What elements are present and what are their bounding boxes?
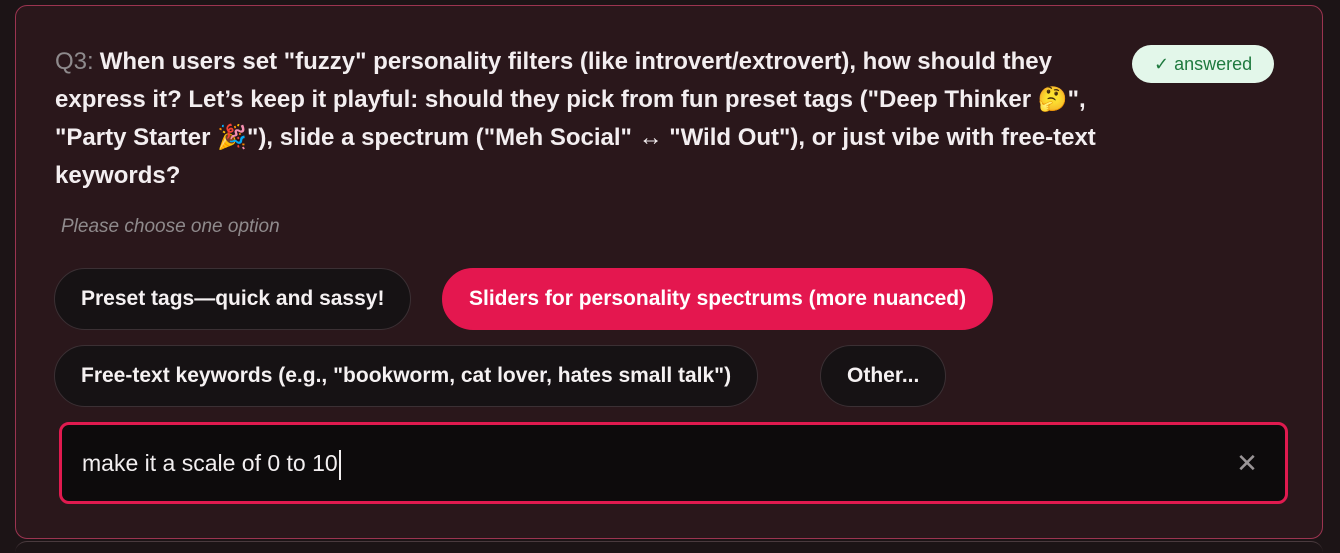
question-text-block: Q3: When users set "fuzzy" personality fi… (55, 43, 1115, 195)
choice-hint: Please choose one option (61, 216, 280, 237)
other-text-input[interactable]: make it a scale of 0 to 10 (82, 425, 341, 501)
close-icon[interactable]: ✕ (1233, 449, 1261, 477)
question-number: Q3: (55, 48, 94, 75)
option-sliders[interactable]: Sliders for personality spectrums (more … (442, 268, 994, 330)
next-card-edge (15, 541, 1323, 553)
text-caret (338, 449, 341, 480)
question-card: Q3: When users set "fuzzy" personality fi… (15, 5, 1323, 539)
option-preset-tags[interactable]: Preset tags—quick and sassy! (54, 268, 412, 330)
option-free-text[interactable]: Free-text keywords (e.g., "bookworm, cat… (54, 345, 759, 407)
question-text: When users set "fuzzy" personality filte… (55, 48, 1096, 189)
option-other[interactable]: Other... (820, 345, 947, 407)
other-text-value: make it a scale of 0 to 10 (82, 450, 338, 476)
other-text-field[interactable]: make it a scale of 0 to 10 ✕ (59, 422, 1288, 504)
status-badge: ✓ answered (1132, 45, 1275, 83)
